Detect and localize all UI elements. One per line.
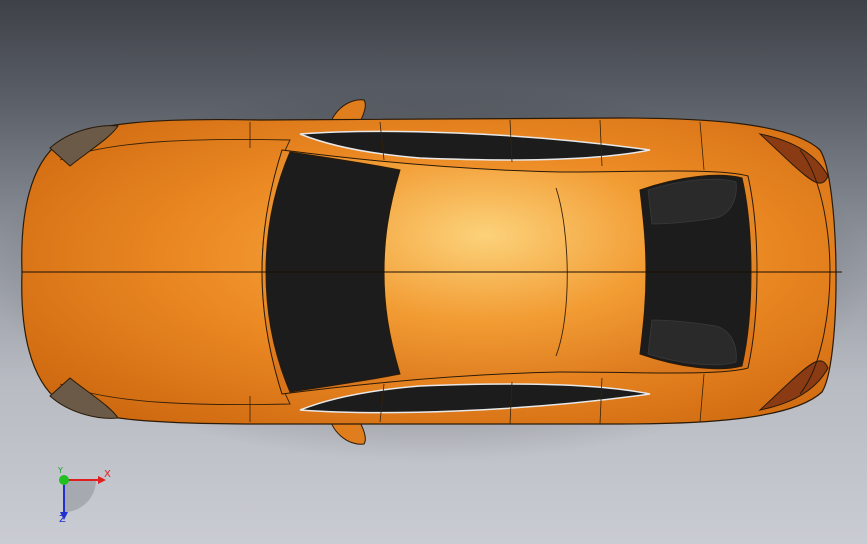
reference-triad[interactable]	[44, 462, 124, 532]
triad-y-axis-dot	[59, 475, 69, 485]
triad-y-label: Y	[58, 466, 63, 475]
graphics-viewport[interactable]: X Y Z	[0, 0, 867, 544]
car-model[interactable]	[0, 0, 867, 544]
triad-shadow	[64, 480, 96, 512]
triad-z-label: Z	[59, 514, 66, 525]
triad-x-label: X	[104, 469, 111, 480]
